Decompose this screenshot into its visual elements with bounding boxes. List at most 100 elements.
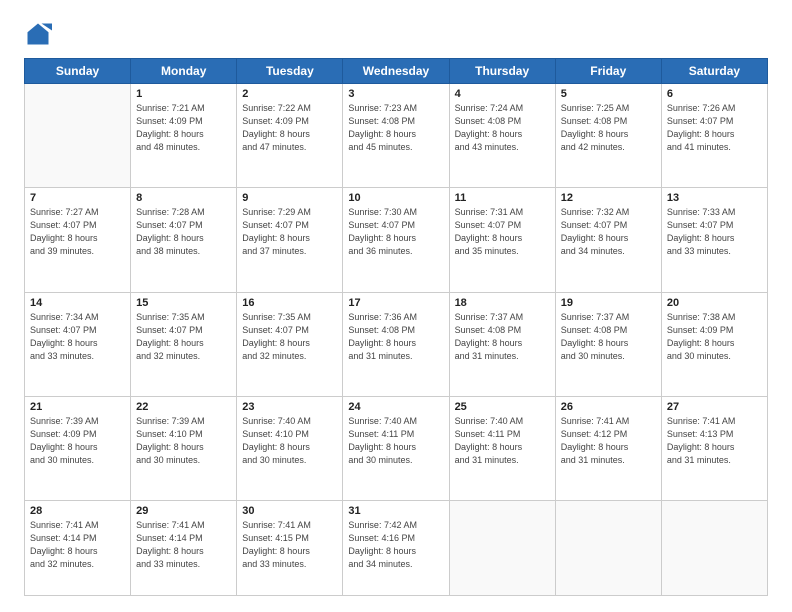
day-info: Sunrise: 7:27 AM Sunset: 4:07 PM Dayligh…	[30, 206, 125, 258]
calendar-cell: 7 Sunrise: 7:27 AM Sunset: 4:07 PM Daylig…	[25, 188, 131, 292]
weekday-header-sunday: Sunday	[25, 59, 131, 84]
calendar-cell: 15 Sunrise: 7:35 AM Sunset: 4:07 PM Dayli…	[131, 292, 237, 396]
day-number: 18	[455, 297, 550, 309]
day-number: 10	[348, 192, 443, 204]
calendar-cell: 24Sunrise: 7:40 AM Sunset: 4:11 PM Dayli…	[343, 396, 449, 500]
day-info: Sunrise: 7:28 AM Sunset: 4:07 PM Dayligh…	[136, 206, 231, 258]
day-number: 1	[136, 88, 231, 100]
day-number: 24	[348, 401, 443, 413]
day-info: Sunrise: 7:40 AM Sunset: 4:10 PM Dayligh…	[242, 415, 337, 467]
calendar-cell: 12Sunrise: 7:32 AM Sunset: 4:07 PM Dayli…	[555, 188, 661, 292]
day-info: Sunrise: 7:34 AM Sunset: 4:07 PM Dayligh…	[30, 311, 125, 363]
calendar-week-5: 28Sunrise: 7:41 AM Sunset: 4:14 PM Dayli…	[25, 501, 768, 596]
day-number: 3	[348, 88, 443, 100]
day-info: Sunrise: 7:42 AM Sunset: 4:16 PM Dayligh…	[348, 519, 443, 571]
logo	[24, 20, 56, 48]
day-info: Sunrise: 7:38 AM Sunset: 4:09 PM Dayligh…	[667, 311, 762, 363]
day-info: Sunrise: 7:41 AM Sunset: 4:14 PM Dayligh…	[136, 519, 231, 571]
day-info: Sunrise: 7:41 AM Sunset: 4:13 PM Dayligh…	[667, 415, 762, 467]
day-number: 15	[136, 297, 231, 309]
calendar-cell: 19 Sunrise: 7:37 AM Sunset: 4:08 PM Dayli…	[555, 292, 661, 396]
calendar-cell: 26 Sunrise: 7:41 AM Sunset: 4:12 PM Dayli…	[555, 396, 661, 500]
day-number: 8	[136, 192, 231, 204]
calendar-cell: 10 Sunrise: 7:30 AM Sunset: 4:07 PM Dayli…	[343, 188, 449, 292]
weekday-header-wednesday: Wednesday	[343, 59, 449, 84]
day-number: 26	[561, 401, 656, 413]
calendar-cell	[555, 501, 661, 596]
calendar-cell: 1 Sunrise: 7:21 AM Sunset: 4:09 PM Daylig…	[131, 84, 237, 188]
calendar-cell: 17Sunrise: 7:36 AM Sunset: 4:08 PM Dayli…	[343, 292, 449, 396]
calendar-cell	[449, 501, 555, 596]
calendar-cell: 27Sunrise: 7:41 AM Sunset: 4:13 PM Dayli…	[661, 396, 767, 500]
calendar-cell: 30 Sunrise: 7:41 AM Sunset: 4:15 PM Dayli…	[237, 501, 343, 596]
day-number: 13	[667, 192, 762, 204]
calendar-cell: 14Sunrise: 7:34 AM Sunset: 4:07 PM Dayli…	[25, 292, 131, 396]
day-info: Sunrise: 7:30 AM Sunset: 4:07 PM Dayligh…	[348, 206, 443, 258]
calendar-cell: 8 Sunrise: 7:28 AM Sunset: 4:07 PM Daylig…	[131, 188, 237, 292]
calendar-cell: 23Sunrise: 7:40 AM Sunset: 4:10 PM Dayli…	[237, 396, 343, 500]
calendar-cell: 21 Sunrise: 7:39 AM Sunset: 4:09 PM Dayli…	[25, 396, 131, 500]
calendar-cell: 4 Sunrise: 7:24 AM Sunset: 4:08 PM Daylig…	[449, 84, 555, 188]
calendar-cell: 25Sunrise: 7:40 AM Sunset: 4:11 PM Dayli…	[449, 396, 555, 500]
day-number: 21	[30, 401, 125, 413]
day-info: Sunrise: 7:21 AM Sunset: 4:09 PM Dayligh…	[136, 102, 231, 154]
header	[24, 20, 768, 48]
calendar-table: SundayMondayTuesdayWednesdayThursdayFrid…	[24, 58, 768, 596]
day-info: Sunrise: 7:25 AM Sunset: 4:08 PM Dayligh…	[561, 102, 656, 154]
day-number: 4	[455, 88, 550, 100]
day-info: Sunrise: 7:37 AM Sunset: 4:08 PM Dayligh…	[455, 311, 550, 363]
day-number: 19	[561, 297, 656, 309]
calendar-cell: 31 Sunrise: 7:42 AM Sunset: 4:16 PM Dayli…	[343, 501, 449, 596]
day-info: Sunrise: 7:23 AM Sunset: 4:08 PM Dayligh…	[348, 102, 443, 154]
calendar-cell: 3 Sunrise: 7:23 AM Sunset: 4:08 PM Daylig…	[343, 84, 449, 188]
calendar-week-2: 7 Sunrise: 7:27 AM Sunset: 4:07 PM Daylig…	[25, 188, 768, 292]
calendar-cell: 11 Sunrise: 7:31 AM Sunset: 4:07 PM Dayli…	[449, 188, 555, 292]
day-number: 11	[455, 192, 550, 204]
day-info: Sunrise: 7:41 AM Sunset: 4:15 PM Dayligh…	[242, 519, 337, 571]
day-number: 16	[242, 297, 337, 309]
day-info: Sunrise: 7:37 AM Sunset: 4:08 PM Dayligh…	[561, 311, 656, 363]
day-info: Sunrise: 7:35 AM Sunset: 4:07 PM Dayligh…	[242, 311, 337, 363]
weekday-header-thursday: Thursday	[449, 59, 555, 84]
day-number: 31	[348, 505, 443, 517]
weekday-header-saturday: Saturday	[661, 59, 767, 84]
day-info: Sunrise: 7:39 AM Sunset: 4:09 PM Dayligh…	[30, 415, 125, 467]
day-number: 2	[242, 88, 337, 100]
day-info: Sunrise: 7:41 AM Sunset: 4:12 PM Dayligh…	[561, 415, 656, 467]
day-info: Sunrise: 7:31 AM Sunset: 4:07 PM Dayligh…	[455, 206, 550, 258]
page: SundayMondayTuesdayWednesdayThursdayFrid…	[0, 0, 792, 612]
day-number: 9	[242, 192, 337, 204]
weekday-header-tuesday: Tuesday	[237, 59, 343, 84]
calendar-cell	[25, 84, 131, 188]
calendar-body: 1 Sunrise: 7:21 AM Sunset: 4:09 PM Daylig…	[25, 84, 768, 596]
day-info: Sunrise: 7:32 AM Sunset: 4:07 PM Dayligh…	[561, 206, 656, 258]
day-number: 20	[667, 297, 762, 309]
day-number: 7	[30, 192, 125, 204]
calendar-header: SundayMondayTuesdayWednesdayThursdayFrid…	[25, 59, 768, 84]
calendar-cell: 18 Sunrise: 7:37 AM Sunset: 4:08 PM Dayli…	[449, 292, 555, 396]
day-info: Sunrise: 7:41 AM Sunset: 4:14 PM Dayligh…	[30, 519, 125, 571]
weekday-row: SundayMondayTuesdayWednesdayThursdayFrid…	[25, 59, 768, 84]
day-info: Sunrise: 7:29 AM Sunset: 4:07 PM Dayligh…	[242, 206, 337, 258]
day-number: 17	[348, 297, 443, 309]
calendar-cell: 9 Sunrise: 7:29 AM Sunset: 4:07 PM Daylig…	[237, 188, 343, 292]
calendar-cell: 16 Sunrise: 7:35 AM Sunset: 4:07 PM Dayli…	[237, 292, 343, 396]
day-info: Sunrise: 7:35 AM Sunset: 4:07 PM Dayligh…	[136, 311, 231, 363]
day-number: 6	[667, 88, 762, 100]
calendar-cell: 2Sunrise: 7:22 AM Sunset: 4:09 PM Daylig…	[237, 84, 343, 188]
weekday-header-friday: Friday	[555, 59, 661, 84]
calendar-cell: 6 Sunrise: 7:26 AM Sunset: 4:07 PM Daylig…	[661, 84, 767, 188]
calendar-week-1: 1 Sunrise: 7:21 AM Sunset: 4:09 PM Daylig…	[25, 84, 768, 188]
weekday-header-monday: Monday	[131, 59, 237, 84]
calendar-week-3: 14Sunrise: 7:34 AM Sunset: 4:07 PM Dayli…	[25, 292, 768, 396]
day-info: Sunrise: 7:33 AM Sunset: 4:07 PM Dayligh…	[667, 206, 762, 258]
day-number: 29	[136, 505, 231, 517]
day-info: Sunrise: 7:26 AM Sunset: 4:07 PM Dayligh…	[667, 102, 762, 154]
calendar-cell: 13 Sunrise: 7:33 AM Sunset: 4:07 PM Dayli…	[661, 188, 767, 292]
calendar-cell: 22Sunrise: 7:39 AM Sunset: 4:10 PM Dayli…	[131, 396, 237, 500]
calendar-cell: 5Sunrise: 7:25 AM Sunset: 4:08 PM Daylig…	[555, 84, 661, 188]
calendar-cell: 28Sunrise: 7:41 AM Sunset: 4:14 PM Dayli…	[25, 501, 131, 596]
day-info: Sunrise: 7:24 AM Sunset: 4:08 PM Dayligh…	[455, 102, 550, 154]
day-number: 22	[136, 401, 231, 413]
day-number: 30	[242, 505, 337, 517]
